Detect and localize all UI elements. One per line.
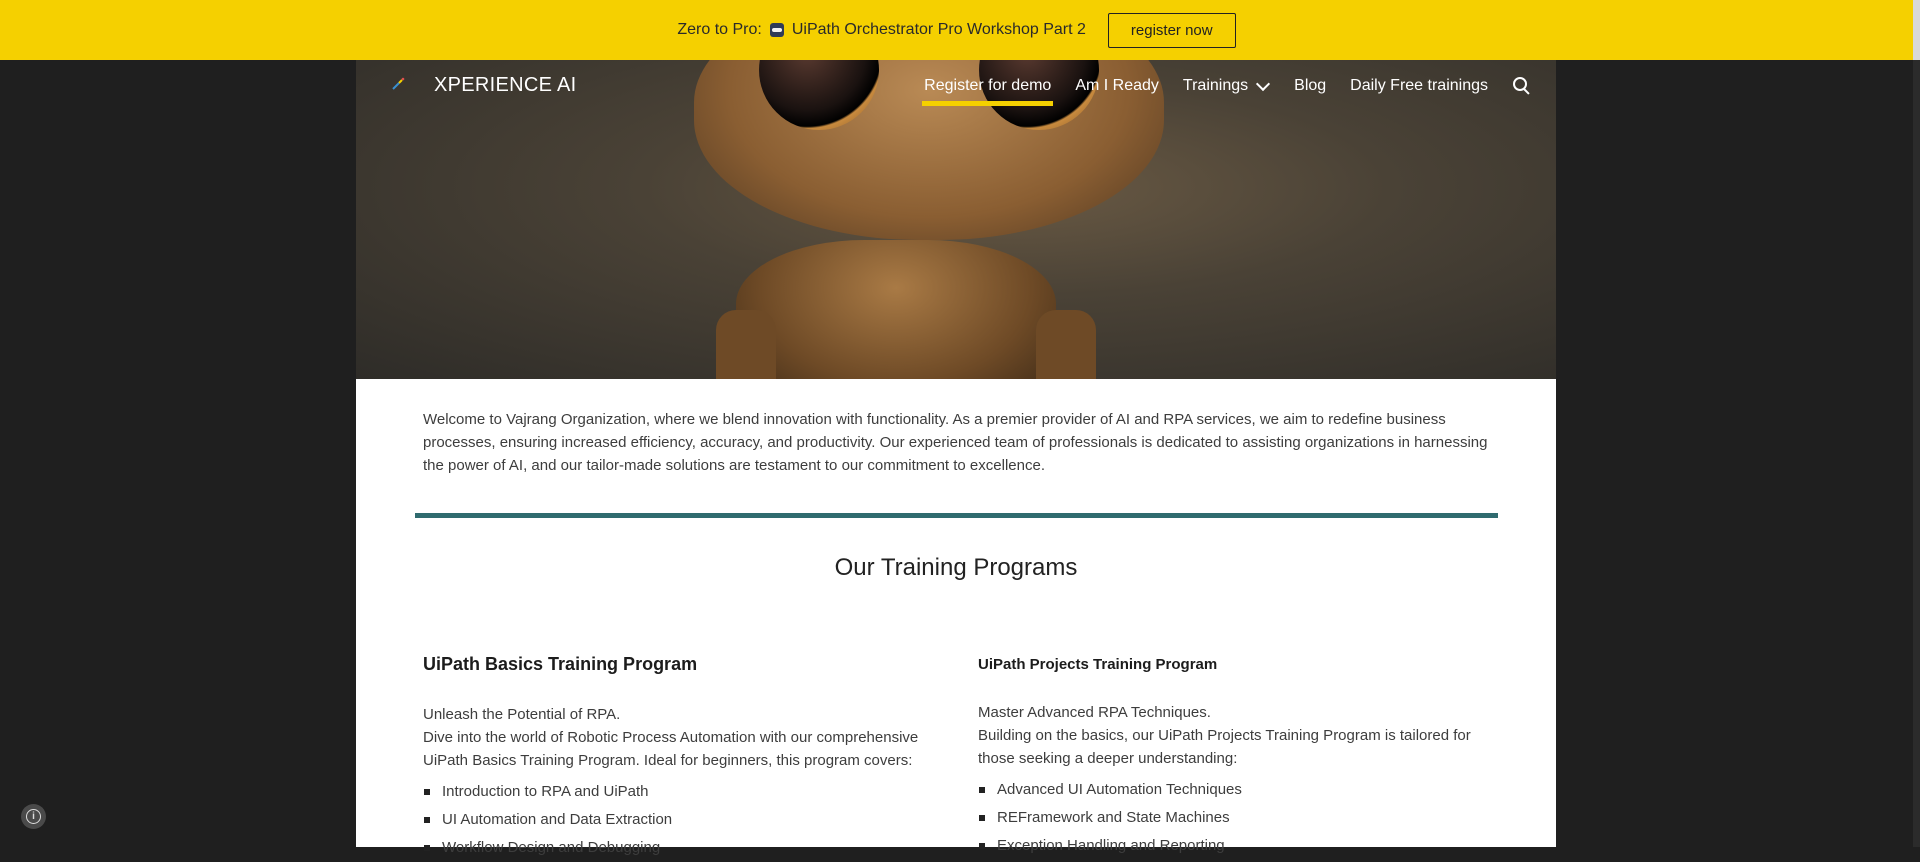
list-item: REFramework and State Machines xyxy=(978,804,1498,832)
program-description: Building on the basics, our UiPath Proje… xyxy=(978,727,1471,767)
robot-body-illustration xyxy=(736,240,1056,379)
nav-daily-free-trainings[interactable]: Daily Free trainings xyxy=(1350,77,1488,95)
site-logo-icon[interactable] xyxy=(390,76,408,94)
main-content: Welcome to Vajrang Organization, where w… xyxy=(356,379,1556,856)
chevron-down-icon xyxy=(1256,76,1271,92)
intro-paragraph: Welcome to Vajrang Organization, where w… xyxy=(423,411,1488,474)
program-topic-list: Introduction to RPA and UiPath UI Automa… xyxy=(423,778,943,862)
site-header: XPERIENCE AI Register for demo Am I Read… xyxy=(356,60,1556,112)
banner-text: Zero to Pro: xyxy=(677,21,762,38)
scrollbar-thumb[interactable] xyxy=(1913,0,1920,60)
nav-register-for-demo[interactable]: Register for demo xyxy=(922,77,1054,106)
program-topic-list: Advanced UI Automation Techniques REFram… xyxy=(978,776,1498,860)
search-icon[interactable] xyxy=(1512,76,1532,96)
nav-label: Register for demo xyxy=(924,77,1052,94)
nav-blog[interactable]: Blog xyxy=(1294,77,1326,95)
nav-label: Am I Ready xyxy=(1075,77,1159,94)
announcement-banner: Zero to Pro: UiPath Orchestrator Pro Wor… xyxy=(0,0,1913,60)
nav-label: Trainings xyxy=(1182,77,1249,94)
robot-arm-left xyxy=(716,310,776,379)
page-scrollbar[interactable] xyxy=(1913,0,1920,847)
register-now-button[interactable]: register now xyxy=(1107,12,1236,48)
program-title: UiPath Basics Training Program xyxy=(423,654,698,674)
nav-label: Daily Free trainings xyxy=(1350,77,1488,94)
info-icon: i xyxy=(26,809,41,824)
list-item: Introduction to RPA and UiPath xyxy=(423,778,943,806)
program-tagline: Master Advanced RPA Techniques. xyxy=(978,704,1211,721)
list-item: UI Automation and Data Extraction xyxy=(423,806,943,834)
site-title[interactable]: XPERIENCE AI xyxy=(434,74,577,97)
section-divider xyxy=(415,513,1498,518)
nav-am-i-ready[interactable]: Am I Ready xyxy=(1075,77,1159,95)
program-title: UiPath Projects Training Program xyxy=(978,656,1218,673)
list-item: Exception Handling and Reporting xyxy=(978,832,1498,860)
program-description: Dive into the world of Robotic Process A… xyxy=(423,729,919,769)
list-item: Advanced UI Automation Techniques xyxy=(978,776,1498,804)
program-uipath-projects: UiPath Projects Training Program Master … xyxy=(978,654,1498,860)
nav-trainings[interactable]: Trainings xyxy=(1182,76,1271,95)
site-info-button[interactable]: i xyxy=(21,804,46,829)
main-nav: Register for demo Am I Ready Trainings B… xyxy=(922,60,1532,112)
banner-text-group: Zero to Pro: UiPath Orchestrator Pro Wor… xyxy=(677,21,1086,39)
section-title: Our Training Programs xyxy=(834,554,1078,581)
nav-label: Blog xyxy=(1294,77,1327,94)
program-tagline: Unleash the Potential of RPA. xyxy=(423,706,621,723)
banner-text-event: UiPath Orchestrator Pro Workshop Part 2 xyxy=(791,21,1086,38)
robot-arm-right xyxy=(1036,310,1096,379)
list-item: Workflow Design and Debugging xyxy=(423,834,943,862)
program-uipath-basics: UiPath Basics Training Program Unleash t… xyxy=(423,654,943,862)
sunglasses-emoji-icon xyxy=(769,23,784,37)
